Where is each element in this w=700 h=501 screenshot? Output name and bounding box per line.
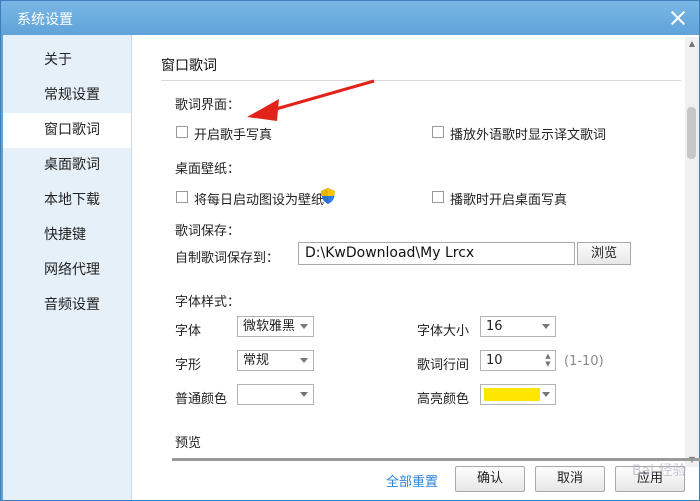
close-icon[interactable] [665, 7, 691, 29]
shield-icon [321, 188, 335, 204]
cancel-button[interactable]: 取消 [535, 466, 605, 492]
reset-all-link[interactable]: 全部重置 [386, 471, 438, 490]
lyrics-save-heading: 歌词保存： [175, 224, 241, 239]
wallpaper-heading: 桌面壁纸： [175, 162, 241, 177]
font-size-select[interactable]: 16 [480, 316, 556, 337]
save-path-label: 自制歌词保存到： [175, 251, 280, 266]
daily-wallpaper-label[interactable]: 将每日启动图设为壁纸 [194, 189, 324, 208]
chevron-down-icon [300, 392, 308, 397]
line-spacing-label: 歌词行间 [417, 358, 470, 373]
translate-lyrics-label[interactable]: 播放外语歌时显示译文歌词 [450, 124, 606, 143]
font-size-label: 字体大小 [417, 324, 470, 339]
desktop-photo-checkbox[interactable] [432, 191, 444, 203]
sidebar-item-local-download[interactable]: 本地下载 [3, 183, 131, 218]
ok-button[interactable]: 确认 [455, 466, 525, 492]
font-shape-value: 常规 [243, 353, 270, 368]
sidebar-item-window-lyrics[interactable]: 窗口歌词 [3, 113, 131, 148]
line-spacing-stepper[interactable]: 10 ▲ ▼ [480, 350, 556, 371]
preview-heading: 预览 [175, 436, 202, 451]
font-select[interactable]: 微软雅黑 [237, 316, 314, 337]
font-shape-select[interactable]: 常规 [237, 350, 314, 371]
stepper-down-icon[interactable]: ▼ [544, 361, 552, 368]
settings-window: 系统设置 关于 常规设置 窗口歌词 桌面歌词 本地下载 快捷键 网络代理 音频设… [0, 0, 700, 501]
sidebar-item-desktop-lyrics[interactable]: 桌面歌词 [3, 148, 131, 183]
line-spacing-range: (1-10) [564, 354, 604, 369]
scroll-up-icon[interactable]: ▲ [687, 39, 697, 49]
window-title: 系统设置 [17, 12, 73, 28]
chevron-down-icon [300, 358, 308, 363]
normal-color-picker[interactable] [237, 384, 314, 405]
daily-wallpaper-checkbox[interactable] [176, 191, 188, 203]
sidebar-item-proxy[interactable]: 网络代理 [3, 253, 131, 288]
chevron-down-icon [542, 392, 550, 397]
font-select-value: 微软雅黑 [243, 319, 296, 334]
font-style-heading: 字体样式： [175, 295, 241, 310]
settings-sidebar: 关于 常规设置 窗口歌词 桌面歌词 本地下载 快捷键 网络代理 音频设置 [3, 35, 132, 500]
vertical-scrollbar[interactable]: ▲ ▼ [685, 37, 699, 467]
title-bar: 系统设置 [1, 1, 699, 35]
watermark: Bai 经验 [632, 463, 687, 479]
red-arrow-icon [247, 79, 375, 121]
line-spacing-value: 10 [486, 353, 503, 368]
chevron-down-icon [542, 324, 550, 329]
sidebar-item-shortcuts[interactable]: 快捷键 [3, 218, 131, 253]
save-path-input[interactable]: D:\KwDownload\My Lrcx [298, 242, 575, 265]
font-label: 字体 [175, 324, 202, 339]
normal-color-label: 普通颜色 [175, 392, 228, 407]
chevron-down-icon [300, 324, 308, 329]
sidebar-item-audio[interactable]: 音频设置 [3, 288, 131, 323]
normal-color-swatch [241, 388, 297, 401]
font-shape-label: 字形 [175, 358, 202, 373]
highlight-color-label: 高亮颜色 [417, 392, 470, 407]
font-size-value: 16 [486, 319, 503, 334]
highlight-color-swatch [484, 388, 540, 401]
scroll-thumb[interactable] [687, 107, 696, 159]
desktop-photo-label[interactable]: 播歌时开启桌面写真 [450, 189, 567, 208]
sidebar-item-general[interactable]: 常规设置 [3, 78, 131, 113]
highlight-color-picker[interactable] [480, 384, 556, 405]
translate-lyrics-checkbox[interactable] [432, 126, 444, 138]
preview-area [172, 458, 700, 461]
sidebar-item-about[interactable]: 关于 [3, 43, 131, 78]
stepper-up-icon[interactable]: ▲ [544, 353, 552, 360]
browse-button[interactable]: 浏览 [577, 242, 631, 265]
